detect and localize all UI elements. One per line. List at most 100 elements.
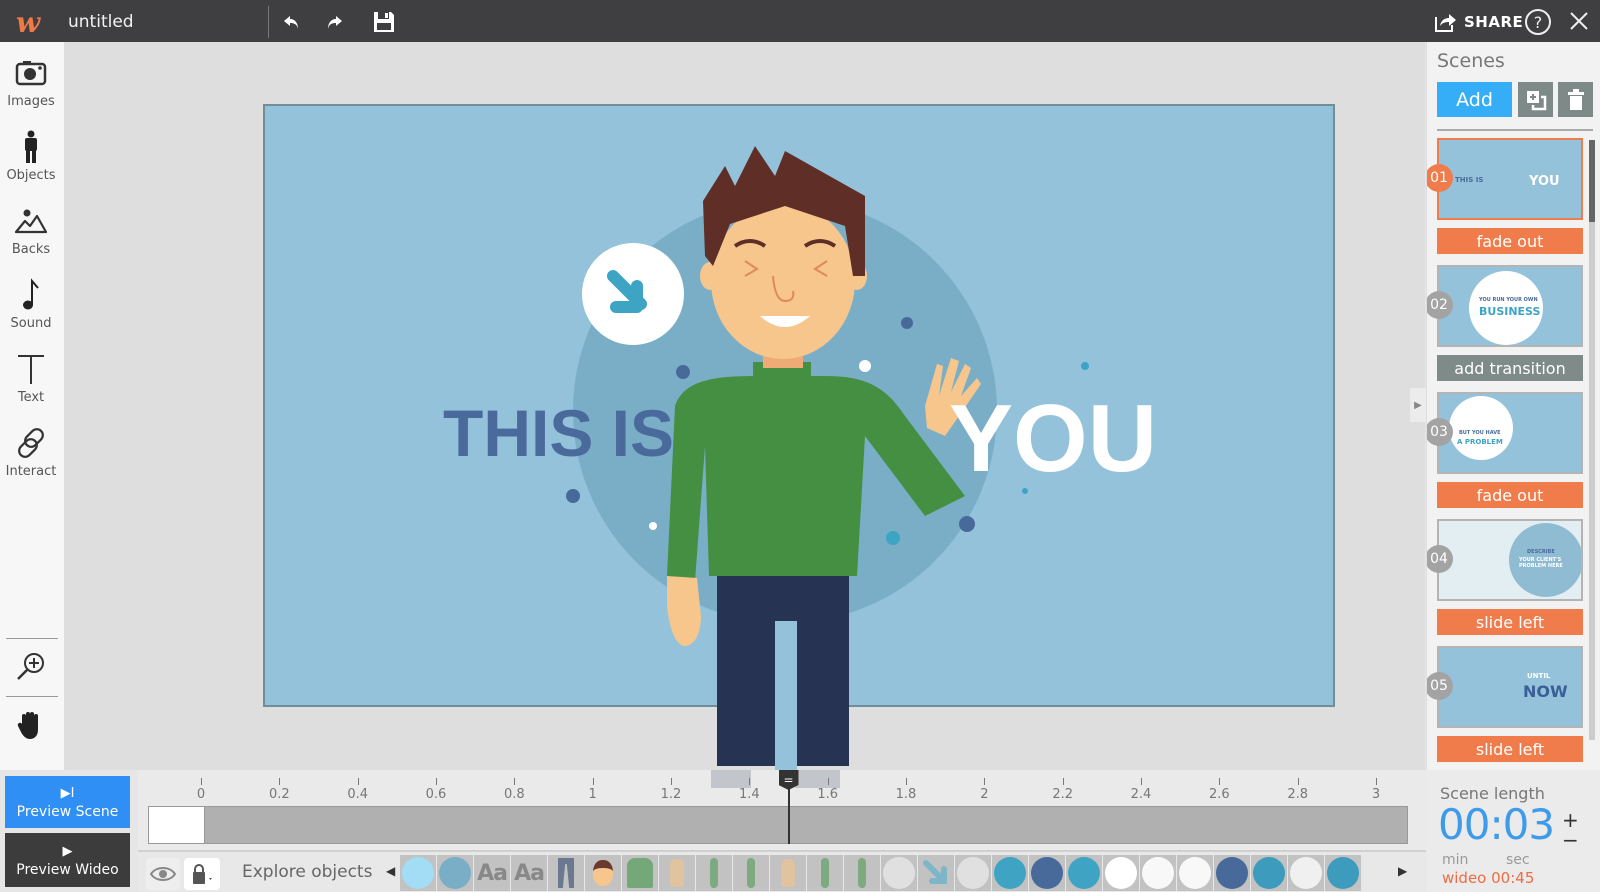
scene-number-badge: 02: [1427, 291, 1453, 319]
face-object-icon: [593, 860, 613, 886]
wideo-logo[interactable]: w: [16, 6, 40, 39]
tool-text[interactable]: Text: [0, 352, 62, 422]
scene-transition-button[interactable]: fade out: [1437, 482, 1583, 508]
object-thumbnail[interactable]: [400, 855, 436, 891]
headline-left[interactable]: THIS IS: [443, 396, 674, 470]
help-button[interactable]: ?: [1525, 9, 1551, 35]
timeline-track[interactable]: [148, 806, 1408, 844]
circle-object-icon: [994, 857, 1026, 889]
object-thumbnail[interactable]: [1103, 855, 1139, 891]
track-start-block[interactable]: [149, 807, 205, 843]
zoom-tool-button[interactable]: [0, 650, 62, 690]
objects-scroll-left[interactable]: ◀: [386, 864, 395, 878]
headline-right[interactable]: YOU: [949, 385, 1157, 492]
object-thumbnail[interactable]: [1288, 855, 1324, 891]
scene-transition-button[interactable]: add transition: [1437, 355, 1583, 381]
tool-label: Text: [17, 390, 45, 405]
object-thumbnail[interactable]: [548, 855, 584, 891]
collapse-panel-button[interactable]: ▶: [1410, 388, 1426, 422]
preview-scene-button[interactable]: ▶I Preview Scene: [5, 776, 130, 828]
scenes-scrollbar-thumb[interactable]: [1589, 140, 1595, 222]
scenes-panel: Scenes Add THIS IS YOU 01 fade out YOU RUN Y…: [1426, 42, 1600, 770]
lock-button[interactable]: [184, 858, 220, 890]
share-button[interactable]: SHARE: [1434, 8, 1523, 36]
undo-icon: [284, 16, 298, 29]
object-thumbnail[interactable]: [733, 855, 769, 891]
scene-transition-button[interactable]: slide left: [1437, 736, 1583, 762]
ruler-tick: [1297, 778, 1299, 785]
document-title[interactable]: untitled: [68, 12, 134, 32]
preview-wideo-label: Preview Wideo: [16, 862, 119, 878]
scene-thumbnail[interactable]: UNTIL NOW: [1437, 646, 1583, 728]
object-thumbnail[interactable]: [955, 855, 991, 891]
ruler-label: 2: [980, 787, 989, 802]
character[interactable]: [667, 146, 981, 771]
eye-icon: [150, 867, 176, 881]
object-thumbnail[interactable]: [585, 855, 621, 891]
delete-scene-button[interactable]: [1558, 82, 1593, 117]
camera-icon: [15, 61, 47, 86]
duplicate-scene-button[interactable]: [1518, 82, 1553, 117]
ruler-label: 1.8: [895, 787, 917, 802]
scene-caption: BUSINESS: [1479, 305, 1541, 318]
object-thumbnail[interactable]: [807, 855, 843, 891]
decrease-length-button[interactable]: −: [1562, 828, 1579, 852]
objects-scroll-right[interactable]: ▶: [1398, 864, 1407, 878]
tool-interact[interactable]: Interact: [0, 426, 62, 496]
pan-tool-button[interactable]: [0, 708, 62, 748]
preview-wideo-button[interactable]: ▶ Preview Wideo: [5, 833, 130, 887]
zoom-in-icon: [17, 653, 44, 680]
scene-transition-button[interactable]: slide left: [1437, 609, 1583, 635]
explore-objects-link[interactable]: Explore objects: [242, 862, 372, 882]
scene-thumbnail[interactable]: BUT YOU HAVE A PROBLEM: [1437, 392, 1583, 474]
save-button[interactable]: [370, 8, 398, 36]
scene-thumbnail[interactable]: THIS IS YOU: [1437, 138, 1583, 220]
tool-images[interactable]: Images: [0, 56, 62, 126]
visibility-button[interactable]: [146, 858, 180, 890]
arm-object-icon: [710, 858, 718, 888]
scene-stage[interactable]: THIS IS YOU: [263, 104, 1335, 771]
object-thumbnail[interactable]: [1140, 855, 1176, 891]
scenes-scrollbar-track[interactable]: [1589, 140, 1595, 740]
pants-object-icon: [558, 858, 574, 888]
object-thumbnail[interactable]: [1251, 855, 1287, 891]
object-thumbnail[interactable]: [696, 855, 732, 891]
hand-icon: [17, 712, 38, 739]
object-thumbnail[interactable]: [992, 855, 1028, 891]
ruler-label: 0.4: [347, 787, 368, 802]
object-thumbnail[interactable]: [770, 855, 806, 891]
object-thumbnail[interactable]: [437, 855, 473, 891]
object-thumbnail[interactable]: [918, 855, 954, 891]
hand-object-icon: [781, 859, 795, 887]
scene-thumbnail[interactable]: YOU RUN YOUR OWN BUSINESS: [1437, 265, 1583, 347]
object-thumbnail[interactable]: Aa: [474, 855, 510, 891]
circle-object-icon: [1290, 857, 1322, 889]
scene-transition-button[interactable]: fade out: [1437, 228, 1583, 254]
object-thumbnail[interactable]: [1325, 855, 1361, 891]
tool-sound[interactable]: Sound: [0, 278, 62, 348]
object-thumbnail[interactable]: [1029, 855, 1065, 891]
object-thumbnail[interactable]: [1066, 855, 1102, 891]
object-thumbnail[interactable]: [881, 855, 917, 891]
scene-length-value[interactable]: 00:03: [1438, 800, 1555, 849]
scene-thumbnail[interactable]: DESCRIBE YOUR CLIENT'S PROBLEM HERE: [1437, 519, 1583, 601]
undo-button[interactable]: [278, 8, 306, 36]
scene-caption: THIS IS: [1455, 176, 1484, 184]
tool-backs[interactable]: Backs: [0, 204, 62, 274]
add-scene-button[interactable]: Add: [1437, 82, 1512, 117]
object-thumbnail[interactable]: [1177, 855, 1213, 891]
redo-button[interactable]: [320, 8, 348, 36]
text-object-icon: Aa: [514, 860, 545, 886]
object-thumbnail[interactable]: [1214, 855, 1250, 891]
scene-caption: UNTIL: [1527, 672, 1551, 680]
tool-objects[interactable]: Objects: [0, 130, 62, 200]
close-button[interactable]: [1566, 8, 1592, 34]
circle-object-icon: [1031, 857, 1063, 889]
object-thumbnail[interactable]: [659, 855, 695, 891]
object-thumbnail[interactable]: [844, 855, 880, 891]
objects-bar: Explore objects ◀ Aa Aa ▶: [138, 850, 1426, 892]
circle-object-icon: [1179, 857, 1211, 889]
object-thumbnail[interactable]: Aa: [511, 855, 547, 891]
canvas-area: THIS IS YOU: [65, 42, 1425, 771]
object-thumbnail[interactable]: [622, 855, 658, 891]
